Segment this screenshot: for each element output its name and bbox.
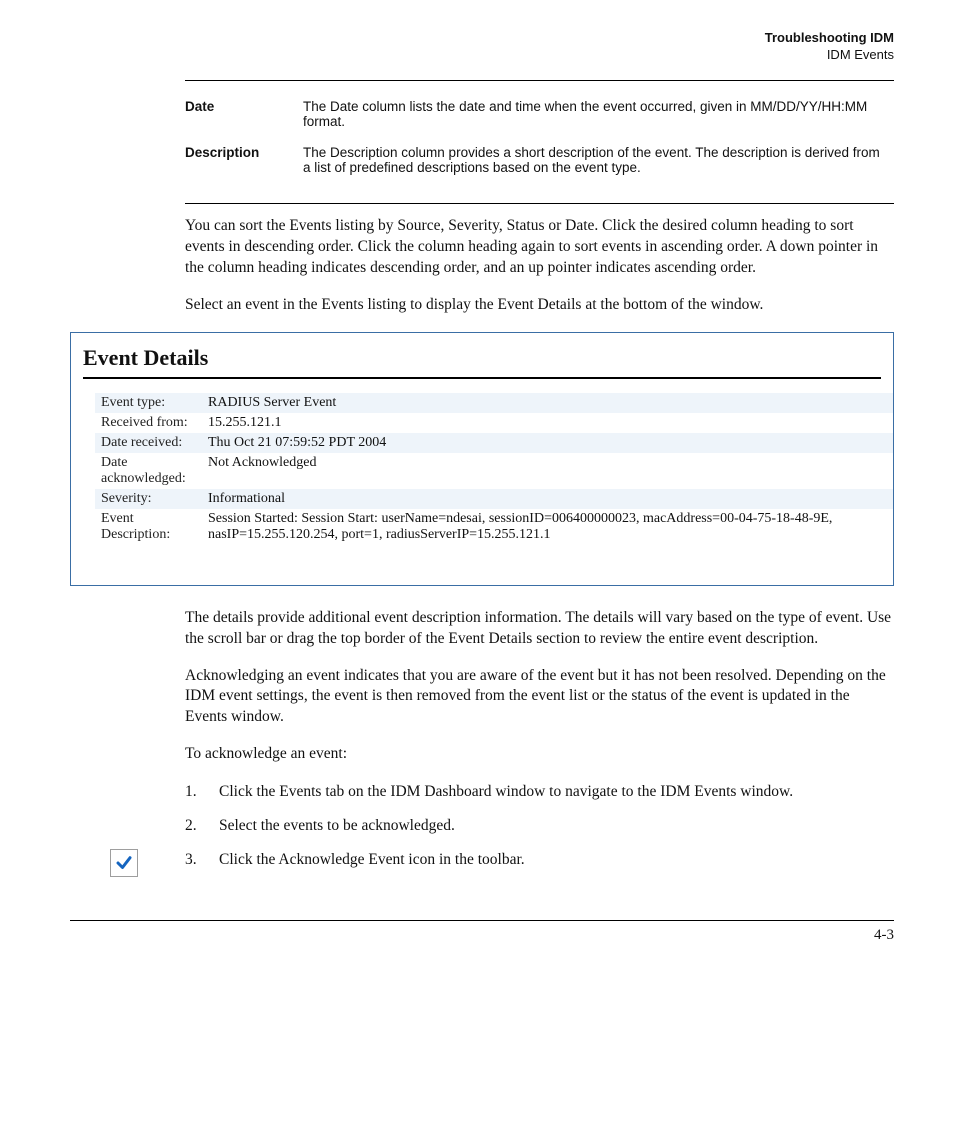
page-footer: 4-3 [70, 920, 894, 944]
event-row: Received from: 15.255.121.1 [95, 413, 893, 433]
definition-row: Date The Date column lists the date and … [185, 93, 894, 139]
event-value: Not Acknowledged [202, 453, 893, 489]
list-item: 1. Click the Events tab on the IDM Dashb… [185, 781, 894, 803]
event-row: Date received: Thu Oct 21 07:59:52 PDT 2… [95, 433, 893, 453]
rule-top [185, 80, 894, 81]
event-value: Session Started: Session Start: userName… [202, 509, 893, 545]
step-text: Click the Events tab on the IDM Dashboar… [219, 781, 793, 803]
event-label: Severity: [95, 489, 202, 509]
event-value: Thu Oct 21 07:59:52 PDT 2004 [202, 433, 893, 453]
paragraph-select-event: Select an event in the Events listing to… [185, 295, 894, 316]
definition-desc: The Description column provides a short … [303, 139, 894, 185]
ack-steps-list: 1. Click the Events tab on the IDM Dashb… [185, 781, 894, 870]
definition-row: Description The Description column provi… [185, 139, 894, 185]
page-number: 4-3 [70, 927, 894, 944]
list-item: 2. Select the events to be acknowledged. [185, 815, 894, 837]
event-row: Event type: RADIUS Server Event [95, 393, 893, 413]
definition-term: Description [185, 139, 303, 185]
header-title: Troubleshooting IDM [70, 30, 894, 45]
step-number: 3. [185, 849, 219, 871]
event-row: Severity: Informational [95, 489, 893, 509]
event-details-panel: Event Details Event type: RADIUS Server … [70, 332, 894, 586]
step-text: Click the Acknowledge Event icon in the … [219, 849, 525, 871]
main-content: Date The Date column lists the date and … [185, 80, 894, 870]
event-label: Received from: [95, 413, 202, 433]
event-details-rule [83, 377, 881, 379]
event-label: Event Description: [95, 509, 202, 545]
event-row: Date acknowledged: Not Acknowledged [95, 453, 893, 489]
acknowledge-event-icon [110, 849, 138, 877]
definition-desc: The Date column lists the date and time … [303, 93, 894, 139]
event-details-title: Event Details [71, 333, 893, 377]
checkmark-icon [115, 854, 133, 872]
paragraph-ack-info: Acknowledging an event indicates that yo… [185, 666, 894, 729]
step-text: Select the events to be acknowledged. [219, 815, 455, 837]
event-value: Informational [202, 489, 893, 509]
paragraph-ack-intro: To acknowledge an event: [185, 744, 894, 765]
step-number: 1. [185, 781, 219, 803]
event-row: Event Description: Session Started: Sess… [95, 509, 893, 545]
paragraph-details-info: The details provide additional event des… [185, 608, 894, 650]
step-number: 2. [185, 815, 219, 837]
event-label: Event type: [95, 393, 202, 413]
event-label: Date acknowledged: [95, 453, 202, 489]
event-value: 15.255.121.1 [202, 413, 893, 433]
event-label: Date received: [95, 433, 202, 453]
footer-rule [70, 920, 894, 921]
header-subtitle: IDM Events [70, 47, 894, 62]
rule-bottom [185, 203, 894, 204]
event-details-table: Event type: RADIUS Server Event Received… [71, 393, 917, 585]
definition-table: Date The Date column lists the date and … [185, 93, 894, 185]
paragraph-sort-info: You can sort the Events listing by Sourc… [185, 216, 894, 279]
list-item: 3. Click the Acknowledge Event icon in t… [185, 849, 894, 871]
event-value: RADIUS Server Event [202, 393, 893, 413]
definition-term: Date [185, 93, 303, 139]
page-header: Troubleshooting IDM IDM Events [70, 30, 894, 62]
